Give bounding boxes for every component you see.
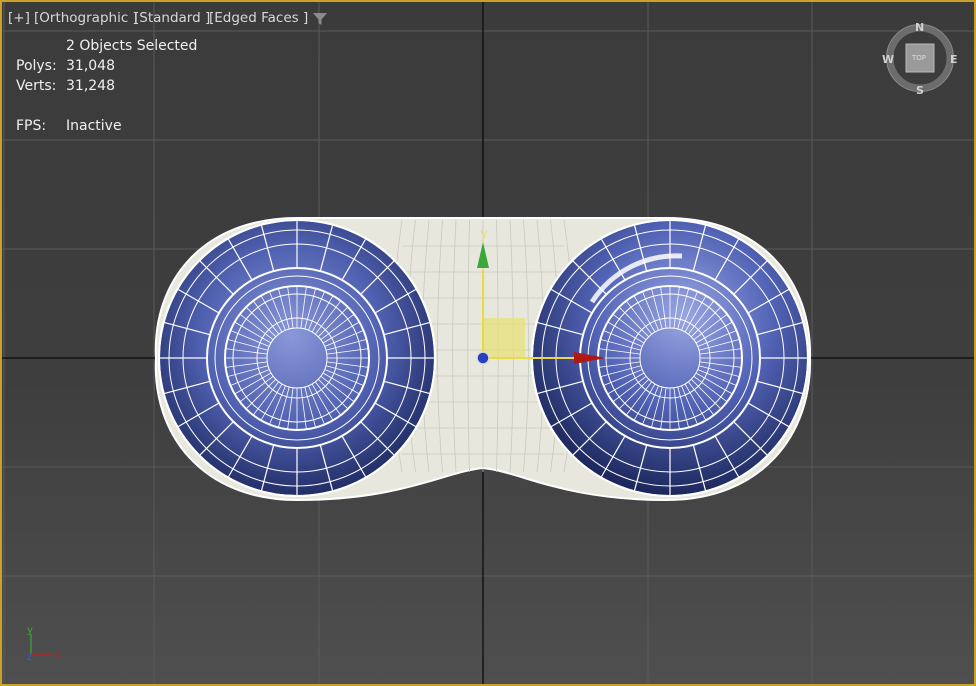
fps-value: Inactive <box>66 118 122 134</box>
polys-label: Polys: <box>16 58 57 74</box>
selection-count: 2 Objects Selected <box>66 38 198 54</box>
tripod-z-label: z <box>27 652 32 663</box>
verts-value: 31,248 <box>66 78 115 94</box>
compass-south: S <box>916 84 924 97</box>
compass-north: N <box>915 21 925 34</box>
scene-canvas[interactable]: y <box>2 2 974 684</box>
viewport-top[interactable]: y [+] [Orthographic ] [Standard ] [Edged… <box>0 0 976 686</box>
gizmo-xy-plane[interactable] <box>483 318 525 358</box>
left-tire-mesh[interactable] <box>158 219 436 497</box>
polys-value: 31,048 <box>66 58 115 74</box>
tripod-y-label: y <box>27 625 33 636</box>
viewport-style-menu[interactable]: [Edged Faces ] <box>209 10 308 26</box>
gizmo-y-label: y <box>480 227 488 242</box>
compass-west: W <box>882 53 895 66</box>
viewcube[interactable]: N S E W TOP <box>882 20 962 100</box>
tripod-x-label: x <box>54 650 60 661</box>
compass-east: E <box>950 53 958 66</box>
viewcube-face-label: TOP <box>912 54 927 62</box>
filter-icon[interactable] <box>312 11 328 27</box>
axis-tripod: y z x <box>27 625 60 663</box>
viewport-view-menu[interactable]: [Orthographic ] <box>34 10 138 26</box>
gizmo-center[interactable] <box>476 351 490 365</box>
verts-label: Verts: <box>16 78 57 94</box>
viewport-plus-menu[interactable]: [+] <box>8 10 30 26</box>
viewport-shading-menu[interactable]: [Standard ] <box>134 10 210 26</box>
fps-label: FPS: <box>16 118 47 134</box>
